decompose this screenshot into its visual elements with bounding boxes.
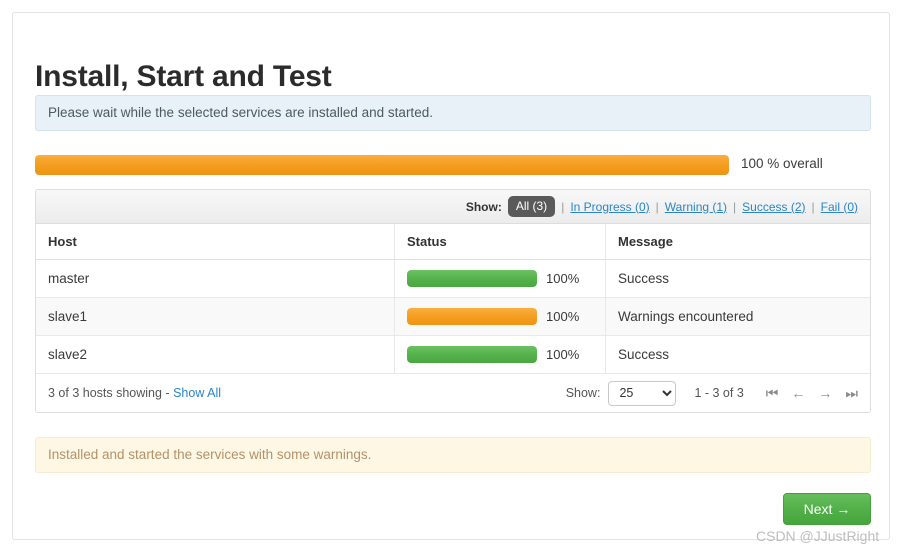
host-progress-track xyxy=(407,270,537,287)
table-row: slave2 100% Success xyxy=(36,335,870,374)
filter-separator: | xyxy=(811,199,815,214)
overall-progress: 100 % overall xyxy=(35,151,871,179)
column-header-host[interactable]: Host xyxy=(36,224,395,260)
host-progress-percent: 100% xyxy=(546,347,580,362)
first-page-icon[interactable]: ⏮ xyxy=(766,386,779,400)
filter-separator: | xyxy=(733,199,737,214)
host-progress: 100% xyxy=(407,346,593,363)
filter-item-success[interactable]: Success (2) xyxy=(742,200,805,214)
warning-alert: Installed and started the services with … xyxy=(35,437,871,473)
last-page-icon[interactable]: ⏭ xyxy=(845,386,858,400)
hosts-showing-label: 3 of 3 hosts showing - xyxy=(48,386,170,400)
footer-pagination: Show: 25 1 - 3 of 3 ⏮ ← → ⏭ xyxy=(565,380,858,406)
overall-progress-fill xyxy=(35,155,729,175)
host-progress-fill-warning xyxy=(407,308,537,325)
cell-status: 100% xyxy=(394,335,606,374)
table-row: slave1 100% Warnings encountered xyxy=(36,297,870,336)
install-start-test-page: Install, Start and Test Please wait whil… xyxy=(0,0,903,554)
table-footer: 3 of 3 hosts showing - Show All Show: 25… xyxy=(36,374,870,412)
column-header-status[interactable]: Status xyxy=(394,224,606,260)
filter-item-in-progress[interactable]: In Progress (0) xyxy=(570,200,649,214)
page-title: Install, Start and Test xyxy=(35,60,332,94)
cell-status: 100% xyxy=(394,259,606,298)
page-size-select[interactable]: 25 xyxy=(608,380,677,406)
pagination-range: 1 - 3 of 3 xyxy=(694,386,744,400)
next-button[interactable]: Next → xyxy=(783,493,871,525)
previous-page-icon[interactable]: ← xyxy=(791,386,805,400)
filter-item-warning[interactable]: Warning (1) xyxy=(665,200,727,214)
cell-message: Warnings encountered xyxy=(605,297,870,336)
cell-status: 100% xyxy=(394,297,606,336)
filter-separator: | xyxy=(655,199,659,214)
cell-host: master xyxy=(36,259,395,298)
hosts-table-block: Show: All (3) | In Progress (0) | Warnin… xyxy=(35,189,871,413)
filter-label: Show: xyxy=(465,199,502,214)
filter-item-fail[interactable]: Fail (0) xyxy=(821,200,858,214)
host-progress-track xyxy=(407,308,537,325)
host-progress: 100% xyxy=(407,308,593,325)
show-all-link[interactable]: Show All xyxy=(173,386,221,400)
wizard-card: Install, Start and Test Please wait whil… xyxy=(12,12,890,540)
column-header-message[interactable]: Message xyxy=(605,224,870,260)
table-header-row: Host Status Message xyxy=(36,224,870,260)
host-progress-percent: 100% xyxy=(546,309,580,324)
hosts-table: Host Status Message master 100% Success … xyxy=(36,224,870,374)
hosts-table-body: master 100% Success slave1 100% Warnings… xyxy=(36,259,870,374)
watermark: CSDN @JJustRight xyxy=(756,528,880,544)
next-page-icon[interactable]: → xyxy=(818,386,832,400)
footer-summary: 3 of 3 hosts showing - Show All xyxy=(48,386,221,400)
hosts-table-head: Host Status Message xyxy=(36,224,870,260)
table-row: master 100% Success xyxy=(36,259,870,298)
info-alert: Please wait while the selected services … xyxy=(35,95,871,131)
host-progress-fill-success xyxy=(407,346,537,363)
overall-progress-track xyxy=(35,155,729,175)
pager-controls: ⏮ ← → ⏭ xyxy=(766,386,858,400)
filter-separator: | xyxy=(561,199,565,214)
overall-progress-label: 100 % overall xyxy=(741,156,823,171)
cell-host: slave1 xyxy=(36,297,395,336)
cell-message: Success xyxy=(605,259,870,298)
host-progress-percent: 100% xyxy=(546,271,580,286)
filter-item-all[interactable]: All (3) xyxy=(507,196,556,217)
host-progress-track xyxy=(407,346,537,363)
status-filter-bar: Show: All (3) | In Progress (0) | Warnin… xyxy=(36,190,870,224)
cell-message: Success xyxy=(605,335,870,374)
host-progress-fill-success xyxy=(407,270,537,287)
page-size-label: Show: xyxy=(565,386,601,400)
cell-host: slave2 xyxy=(36,335,395,374)
host-progress: 100% xyxy=(407,270,593,287)
